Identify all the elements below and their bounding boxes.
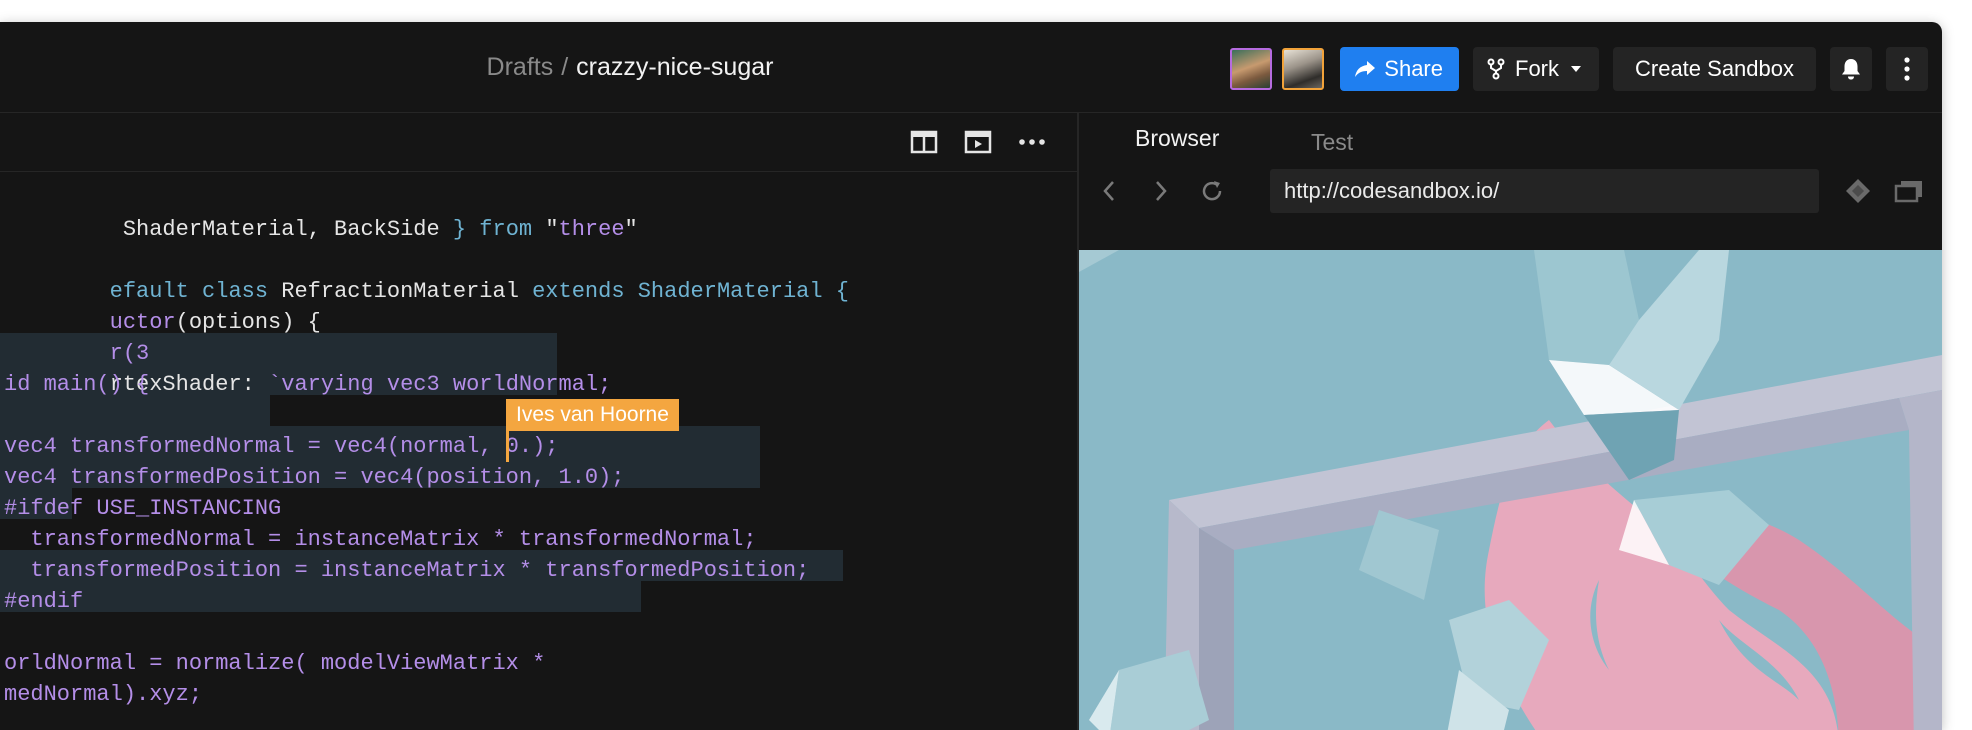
code-token: from xyxy=(479,217,546,242)
codesandbox-window: Drafts / crazzy-nice-sugar Share Fork Cr… xyxy=(0,22,1942,730)
refresh-button[interactable] xyxy=(1196,175,1228,207)
forward-arrow-icon xyxy=(1156,181,1167,201)
code-area[interactable]: ShaderMaterial, BackSide } from "three" … xyxy=(0,171,1077,730)
code-token: { xyxy=(835,279,849,304)
back-arrow-icon xyxy=(1103,181,1114,201)
code-line: ShaderMaterial, BackSide } from "three" xyxy=(4,183,638,242)
code-line: transformedNormal = instanceMatrix * tra… xyxy=(4,527,757,552)
avatar[interactable] xyxy=(1282,48,1325,90)
codesandbox-logo-button[interactable] xyxy=(1842,175,1874,207)
more-horizontal-icon xyxy=(1019,139,1045,145)
code-line: r(3 xyxy=(4,307,150,366)
refresh-icon xyxy=(1202,181,1222,201)
bell-icon xyxy=(1842,59,1860,80)
fork-label: Fork xyxy=(1515,56,1559,81)
browser-nav xyxy=(1079,163,1942,218)
split-view-icon xyxy=(910,130,938,154)
share-arrow-icon xyxy=(1355,61,1376,77)
split-view-button[interactable] xyxy=(908,126,940,158)
url-input[interactable] xyxy=(1270,169,1819,213)
code-token: " xyxy=(545,217,559,242)
avatar[interactable] xyxy=(1230,48,1273,90)
share-button[interactable]: Share xyxy=(1340,47,1459,91)
preview-panel: Browser Test xyxy=(1079,113,1942,730)
code-line: id main() { xyxy=(4,372,150,397)
code-token: (options) { xyxy=(175,310,321,335)
code-token: ShaderMaterial, BackSide xyxy=(109,217,453,242)
share-label: Share xyxy=(1384,56,1443,81)
collaborator-avatars xyxy=(1230,48,1325,90)
code-line: transformedPosition = instanceMatrix * t… xyxy=(4,558,810,583)
code-token: ShaderMaterial xyxy=(637,279,836,304)
open-new-window-button[interactable] xyxy=(1893,175,1925,207)
code-line: #ifdef USE_INSTANCING xyxy=(4,496,282,521)
caret-down-icon xyxy=(1571,66,1581,72)
tab-test[interactable]: Test xyxy=(1311,129,1353,156)
code-token: } xyxy=(452,217,480,242)
editor-toolbar xyxy=(0,113,1077,172)
sandbox-name[interactable]: crazzy-nice-sugar xyxy=(576,53,773,82)
preview-window-button[interactable] xyxy=(962,126,994,158)
codesandbox-logo-icon xyxy=(1846,179,1870,203)
code-token: " xyxy=(624,217,638,242)
collaborator-name-tag: Ives van Hoorne xyxy=(506,399,679,431)
code-line: rtexShader: `varying vec3 worldNormal; xyxy=(4,338,612,397)
preview-viewport[interactable] xyxy=(1079,250,1942,730)
code-line: #endif xyxy=(4,589,84,614)
code-line: vec4 transformedPosition = vec4(position… xyxy=(4,465,625,490)
code-token: extends xyxy=(532,279,638,304)
forward-button[interactable] xyxy=(1145,175,1177,207)
code-line: uctor(options) { xyxy=(4,276,321,335)
code-line: efault class RefractionMaterial extends … xyxy=(4,245,849,304)
header-actions: Share Fork Create Sandbox xyxy=(1230,47,1928,91)
back-button[interactable] xyxy=(1093,175,1125,207)
open-window-icon xyxy=(1894,181,1922,203)
fork-button[interactable]: Fork xyxy=(1473,47,1599,91)
code-line: vec4 transformedNormal = vec4(normal, 0.… xyxy=(4,434,559,459)
scene-render xyxy=(1079,250,1942,730)
more-menu-button[interactable] xyxy=(1886,47,1928,91)
top-bar: Drafts / crazzy-nice-sugar Share Fork Cr… xyxy=(0,22,1942,113)
preview-window-icon xyxy=(964,130,992,154)
more-vertical-icon xyxy=(1904,57,1910,81)
code-editor: ShaderMaterial, BackSide } from "three" … xyxy=(0,113,1079,730)
create-sandbox-button[interactable]: Create Sandbox xyxy=(1613,47,1816,91)
code-line: medNormal).xyz; xyxy=(4,682,203,707)
editor-more-button[interactable] xyxy=(1016,126,1048,158)
collaborator-cursor xyxy=(506,431,509,462)
code-line: orldNormal = normalize( modelViewMatrix … xyxy=(4,651,546,676)
notifications-button[interactable] xyxy=(1830,47,1872,91)
tab-browser[interactable]: Browser xyxy=(1135,125,1219,152)
breadcrumb: Drafts / crazzy-nice-sugar xyxy=(0,22,1260,112)
code-token: three xyxy=(558,217,625,242)
breadcrumb-separator: / xyxy=(561,52,569,81)
fork-icon xyxy=(1487,58,1505,80)
code-token: `varying vec3 worldNormal; xyxy=(268,372,612,397)
breadcrumb-folder[interactable]: Drafts xyxy=(487,53,554,82)
preview-tabs: Browser Test xyxy=(1079,113,1942,163)
